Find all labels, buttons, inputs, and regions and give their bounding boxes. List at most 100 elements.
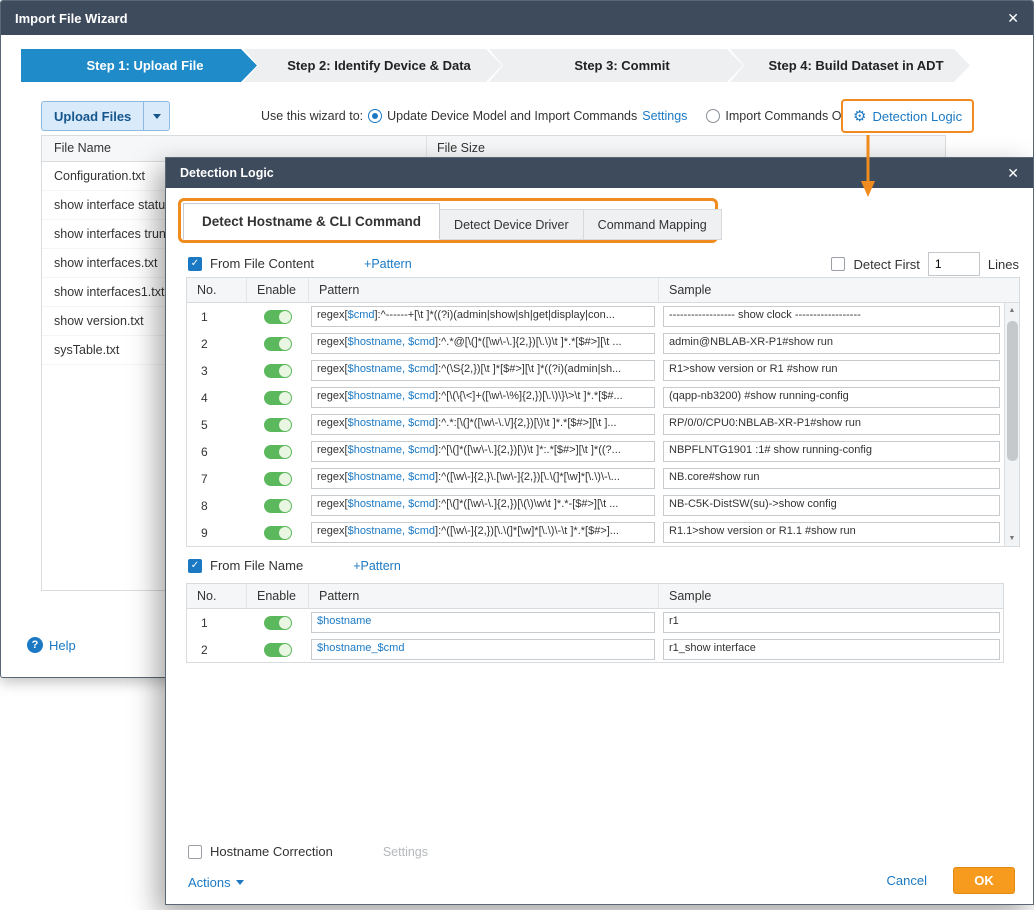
step-label: Step 3: Commit xyxy=(574,58,669,73)
pattern-pre: regex[ xyxy=(317,498,348,510)
enable-toggle[interactable] xyxy=(264,616,292,630)
tab-label: Detect Hostname & CLI Command xyxy=(202,214,421,229)
column-enable: Enable xyxy=(247,278,309,302)
step-label: Step 4: Build Dataset in ADT xyxy=(768,58,943,73)
ok-button[interactable]: OK xyxy=(953,867,1015,894)
enable-toggle[interactable] xyxy=(264,364,292,378)
gear-icon xyxy=(853,107,866,125)
pattern-field[interactable]: $hostname xyxy=(311,612,655,633)
dialog-titlebar: Detection Logic xyxy=(166,158,1033,188)
add-pattern-link[interactable]: +Pattern xyxy=(353,559,401,573)
pattern-field[interactable]: regex[$hostname, $cmd]:^.*@[\(]*([\w\-\.… xyxy=(311,333,655,354)
scroll-down-icon[interactable] xyxy=(1005,531,1019,546)
radio-update-device-model[interactable] xyxy=(368,109,382,123)
pattern-field[interactable]: regex[$hostname, $cmd]:^.*:[\(]*([\w\-\.… xyxy=(311,414,655,435)
step-4-build-dataset[interactable]: Step 4: Build Dataset in ADT xyxy=(730,49,970,82)
window-titlebar: Import File Wizard xyxy=(1,1,1033,35)
file-name: show interface status.t xyxy=(54,198,178,212)
radio-import-commands-only[interactable] xyxy=(706,109,720,123)
upload-files-label[interactable]: Upload Files xyxy=(42,102,143,130)
screen: Import File Wizard Step 1: Upload File S… xyxy=(0,0,1034,910)
row-number: 4 xyxy=(187,391,247,405)
add-pattern-link[interactable]: +Pattern xyxy=(364,257,412,271)
wizard-mode-options: Use this wizard to: Update Device Model … xyxy=(261,99,857,133)
dialog-footer: Cancel OK xyxy=(887,867,1015,894)
enable-toggle[interactable] xyxy=(264,526,292,540)
enable-toggle[interactable] xyxy=(264,499,292,513)
detection-logic-dialog: Detection Logic Detect Hostname & CLI Co… xyxy=(165,157,1034,905)
pattern-row: 7 regex[$hostname, $cmd]:^([\w\-]{2,}\.[… xyxy=(187,465,1019,492)
help-link[interactable]: Help xyxy=(27,637,76,653)
sample-field[interactable]: (qapp-nb3200) #show running-config xyxy=(663,387,1000,408)
step-1-upload-file[interactable]: Step 1: Upload File xyxy=(21,49,257,82)
use-wizard-label: Use this wizard to: xyxy=(261,109,363,123)
row-number: 2 xyxy=(187,337,247,351)
pattern-field[interactable]: regex[$cmd]:^------+[\t ]*((?i)(admin|sh… xyxy=(311,306,655,327)
pattern-vars: $hostname, $cmd xyxy=(348,471,435,483)
row-number: 1 xyxy=(187,616,247,630)
pattern-field[interactable]: regex[$hostname, $cmd]:^[\(]*([\w\-\.]{2… xyxy=(311,441,655,462)
sample-field[interactable]: RP/0/0/CPU0:NBLAB-XR-P1#show run xyxy=(663,414,1000,435)
enable-toggle[interactable] xyxy=(264,391,292,405)
close-icon[interactable] xyxy=(1007,165,1019,182)
sample-field[interactable]: R1.1>show version or R1.1 #show run xyxy=(663,522,1000,543)
pattern-rest: ]:^[\(]*([\w\-\.]{2,})[\(\)\w\t ]*.*-[$#… xyxy=(435,498,618,510)
upload-files-button[interactable]: Upload Files xyxy=(41,101,170,131)
patterns-table-header: No. Enable Pattern Sample xyxy=(187,278,1019,303)
enable-toggle[interactable] xyxy=(264,445,292,459)
pattern-row: 1 $hostname r1 xyxy=(187,609,1003,636)
pattern-field[interactable]: $hostname_$cmd xyxy=(311,639,655,660)
vertical-scrollbar[interactable] xyxy=(1004,303,1019,546)
upload-dropdown[interactable] xyxy=(143,102,169,130)
enable-toggle[interactable] xyxy=(264,418,292,432)
tab-detect-device-driver[interactable]: Detect Device Driver xyxy=(440,209,584,240)
enable-toggle[interactable] xyxy=(264,472,292,486)
column-sample: Sample xyxy=(659,584,1003,608)
tab-command-mapping[interactable]: Command Mapping xyxy=(584,209,722,240)
detect-first-input[interactable] xyxy=(928,252,980,276)
hostname-correction-checkbox[interactable] xyxy=(188,845,202,859)
sample-field[interactable]: NB-C5K-DistSW(su)->show config xyxy=(663,495,1000,516)
patterns-table-header: No. Enable Pattern Sample xyxy=(187,584,1003,609)
sample-field[interactable]: NB.core#show run xyxy=(663,468,1000,489)
hostname-settings-link-disabled: Settings xyxy=(383,845,428,859)
tab-detect-hostname-cli[interactable]: Detect Hostname & CLI Command xyxy=(183,203,440,240)
sample-field[interactable]: ------------------ show clock ----------… xyxy=(663,306,1000,327)
scroll-up-icon[interactable] xyxy=(1005,303,1019,318)
from-file-content-checkbox[interactable] xyxy=(188,257,202,271)
column-no: No. xyxy=(187,278,247,302)
sample-field[interactable]: admin@NBLAB-XR-P1#show run xyxy=(663,333,1000,354)
sample-field[interactable]: r1_show interface xyxy=(663,639,1000,660)
detection-logic-button[interactable]: Detection Logic xyxy=(841,99,974,133)
enable-toggle[interactable] xyxy=(264,643,292,657)
pattern-rest: ]:^[\(\{\<]+([\w\-\%]{2,})[\.\)\}\>\t ]*… xyxy=(435,390,623,402)
pattern-field[interactable]: regex[$hostname, $cmd]:^([\w\-]{2,})[\.\… xyxy=(311,522,655,543)
step-2-identify-device[interactable]: Step 2: Identify Device & Data xyxy=(244,49,502,82)
cancel-button[interactable]: Cancel xyxy=(887,873,927,888)
dialog-title: Detection Logic xyxy=(180,166,274,180)
pattern-field[interactable]: regex[$hostname, $cmd]:^(\S{2,})[\t ]*[$… xyxy=(311,360,655,381)
pattern-pre: regex[ xyxy=(317,417,348,429)
enable-toggle[interactable] xyxy=(264,337,292,351)
pattern-field[interactable]: regex[$hostname, $cmd]:^([\w\-]{2,}\.[\w… xyxy=(311,468,655,489)
detect-first-checkbox[interactable] xyxy=(831,257,845,271)
close-icon[interactable] xyxy=(1007,10,1019,27)
name-patterns-table: No. Enable Pattern Sample 1 $hostname r1… xyxy=(186,583,1004,663)
actions-menu[interactable]: Actions xyxy=(188,875,244,890)
scrollbar-thumb[interactable] xyxy=(1007,321,1018,461)
step-3-commit[interactable]: Step 3: Commit xyxy=(489,49,743,82)
row-number: 3 xyxy=(187,364,247,378)
pattern-field[interactable]: regex[$hostname, $cmd]:^[\(]*([\w\-\.]{2… xyxy=(311,495,655,516)
sample-field[interactable]: NBPFLNTG1901 :1# show running-config xyxy=(663,441,1000,462)
enable-toggle[interactable] xyxy=(264,310,292,324)
pattern-pre: regex[ xyxy=(317,471,348,483)
from-file-name-checkbox[interactable] xyxy=(188,559,202,573)
pattern-pre: regex[ xyxy=(317,309,348,321)
settings-link[interactable]: Settings xyxy=(642,109,687,123)
pattern-pre: regex[ xyxy=(317,390,348,402)
sample-field[interactable]: r1 xyxy=(663,612,1000,633)
sample-field[interactable]: R1>show version or R1 #show run xyxy=(663,360,1000,381)
pattern-field[interactable]: regex[$hostname, $cmd]:^[\(\{\<]+([\w\-\… xyxy=(311,387,655,408)
lines-label: Lines xyxy=(988,257,1019,272)
pattern-row: 4 regex[$hostname, $cmd]:^[\(\{\<]+([\w\… xyxy=(187,384,1019,411)
